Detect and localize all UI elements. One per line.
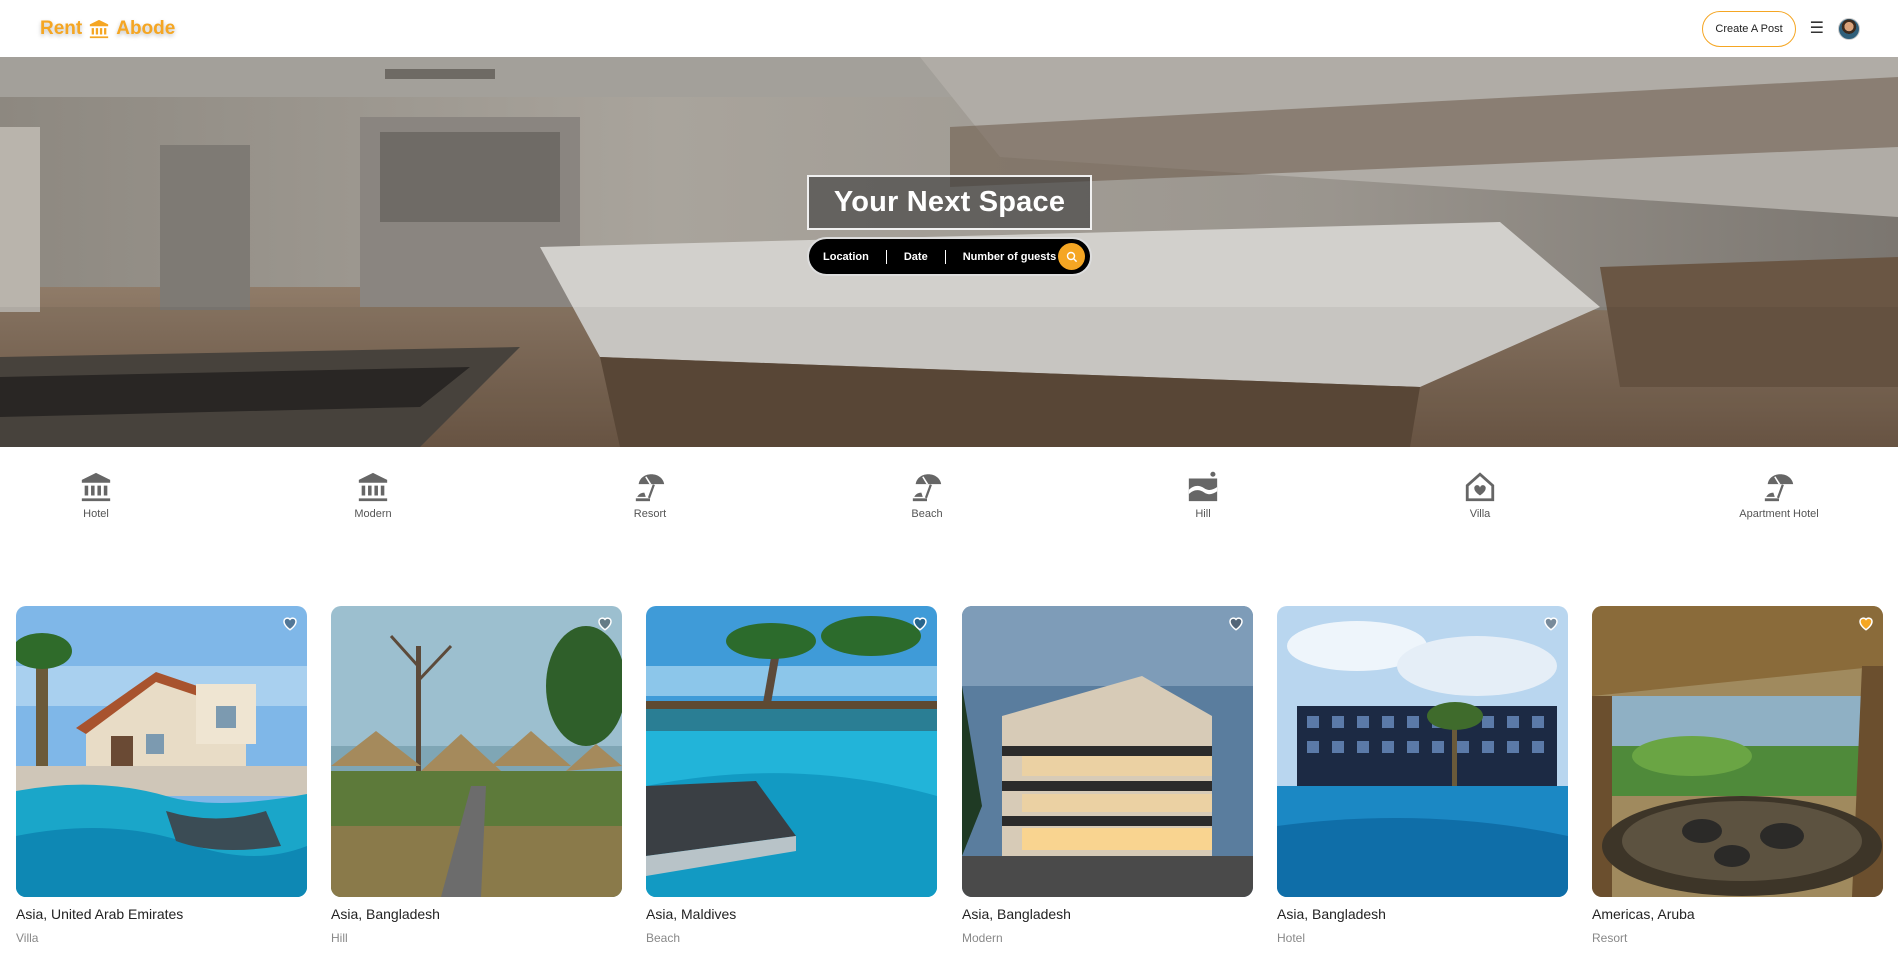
- top-navbar: Rent Abode Create A Post ☰: [0, 0, 1898, 57]
- listing-type: Beach: [646, 931, 681, 945]
- category-villa[interactable]: Villa: [1420, 470, 1540, 520]
- listing-location: Asia, Maldives: [646, 906, 737, 922]
- listing-type: Villa: [16, 931, 39, 945]
- heart-icon[interactable]: [911, 614, 929, 632]
- category-label: Hotel: [83, 508, 109, 520]
- hill-icon: [1188, 471, 1218, 502]
- heart-icon[interactable]: [596, 614, 614, 632]
- heart-icon[interactable]: [1542, 614, 1560, 632]
- logo-text-right: Abode: [116, 17, 176, 39]
- listing-grid: Asia, United Arab Emirates Villa Asia, B…: [0, 606, 1898, 953]
- listing-location: Asia, United Arab Emirates: [16, 906, 184, 922]
- beach-umbrella-icon: [635, 474, 665, 502]
- listing-image[interactable]: [1592, 606, 1883, 897]
- search-bar: Location Date Number of guests: [807, 237, 1092, 276]
- create-post-button[interactable]: Create A Post: [1702, 10, 1796, 47]
- hamburger-icon[interactable]: ☰: [1810, 20, 1824, 37]
- listing-card[interactable]: Americas, Aruba Resort: [1592, 606, 1883, 945]
- date-field[interactable]: Date: [904, 251, 928, 263]
- bank-icon: [358, 472, 388, 502]
- category-modern[interactable]: Modern: [313, 470, 433, 520]
- listing-type: Modern: [962, 931, 1003, 945]
- listing-type: Hotel: [1277, 931, 1306, 945]
- listing-card[interactable]: Asia, Bangladesh Hill: [331, 606, 622, 945]
- category-hill[interactable]: Hill: [1143, 470, 1263, 520]
- logo-text-left: Rent: [40, 17, 83, 39]
- search-icon: [1066, 251, 1077, 262]
- listing-image[interactable]: [16, 606, 307, 897]
- category-label: Modern: [354, 508, 392, 520]
- listing-image[interactable]: [1277, 606, 1568, 897]
- search-divider: [944, 249, 946, 264]
- beach-umbrella-icon: [912, 474, 942, 502]
- location-field[interactable]: Location: [823, 251, 869, 263]
- hero-banner: Your Next Space Location Date Number of …: [0, 57, 1898, 447]
- house-heart-icon: [1465, 472, 1495, 502]
- heart-icon[interactable]: [281, 614, 299, 632]
- avatar[interactable]: [1838, 17, 1860, 40]
- heart-icon[interactable]: [1227, 614, 1245, 632]
- bank-icon: [81, 472, 111, 502]
- listing-type: Hill: [331, 931, 348, 945]
- search-divider: [885, 249, 887, 264]
- listing-location: Asia, Bangladesh: [331, 906, 440, 922]
- listing-card[interactable]: Asia, Bangladesh Modern: [962, 606, 1253, 945]
- listing-location: Asia, Bangladesh: [1277, 906, 1386, 922]
- category-label: Hill: [1195, 508, 1211, 520]
- bank-icon: [90, 19, 109, 38]
- listing-image[interactable]: [331, 606, 622, 897]
- listing-location: Asia, Bangladesh: [962, 906, 1071, 922]
- listing-type: Resort: [1592, 931, 1628, 945]
- listing-card[interactable]: Asia, Bangladesh Hotel: [1277, 606, 1568, 945]
- heart-icon[interactable]: [1857, 614, 1875, 632]
- brand-logo[interactable]: Rent Abode: [40, 18, 175, 40]
- category-beach[interactable]: Beach: [867, 470, 987, 520]
- category-label: Resort: [633, 508, 667, 520]
- category-apartment-hotel[interactable]: Apartment Hotel: [1719, 470, 1839, 520]
- category-label: Apartment Hotel: [1739, 508, 1819, 520]
- guests-field[interactable]: Number of guests: [963, 251, 1057, 263]
- listing-image[interactable]: [646, 606, 937, 897]
- hero-title: Your Next Space: [807, 175, 1092, 230]
- listing-image[interactable]: [962, 606, 1253, 897]
- beach-umbrella-icon: [1764, 474, 1794, 502]
- listing-card[interactable]: Asia, Maldives Beach: [646, 606, 937, 945]
- category-label: Beach: [911, 508, 943, 520]
- category-label: Villa: [1469, 508, 1491, 520]
- listing-card[interactable]: Asia, United Arab Emirates Villa: [16, 606, 307, 945]
- category-bar: Hotel Modern Resort Beach Hill Villa Apa…: [0, 447, 1898, 547]
- header-actions: Create A Post ☰: [1702, 10, 1860, 47]
- search-button[interactable]: [1058, 243, 1085, 270]
- listing-location: Americas, Aruba: [1592, 906, 1695, 922]
- category-hotel[interactable]: Hotel: [36, 470, 156, 520]
- category-resort[interactable]: Resort: [590, 470, 710, 520]
